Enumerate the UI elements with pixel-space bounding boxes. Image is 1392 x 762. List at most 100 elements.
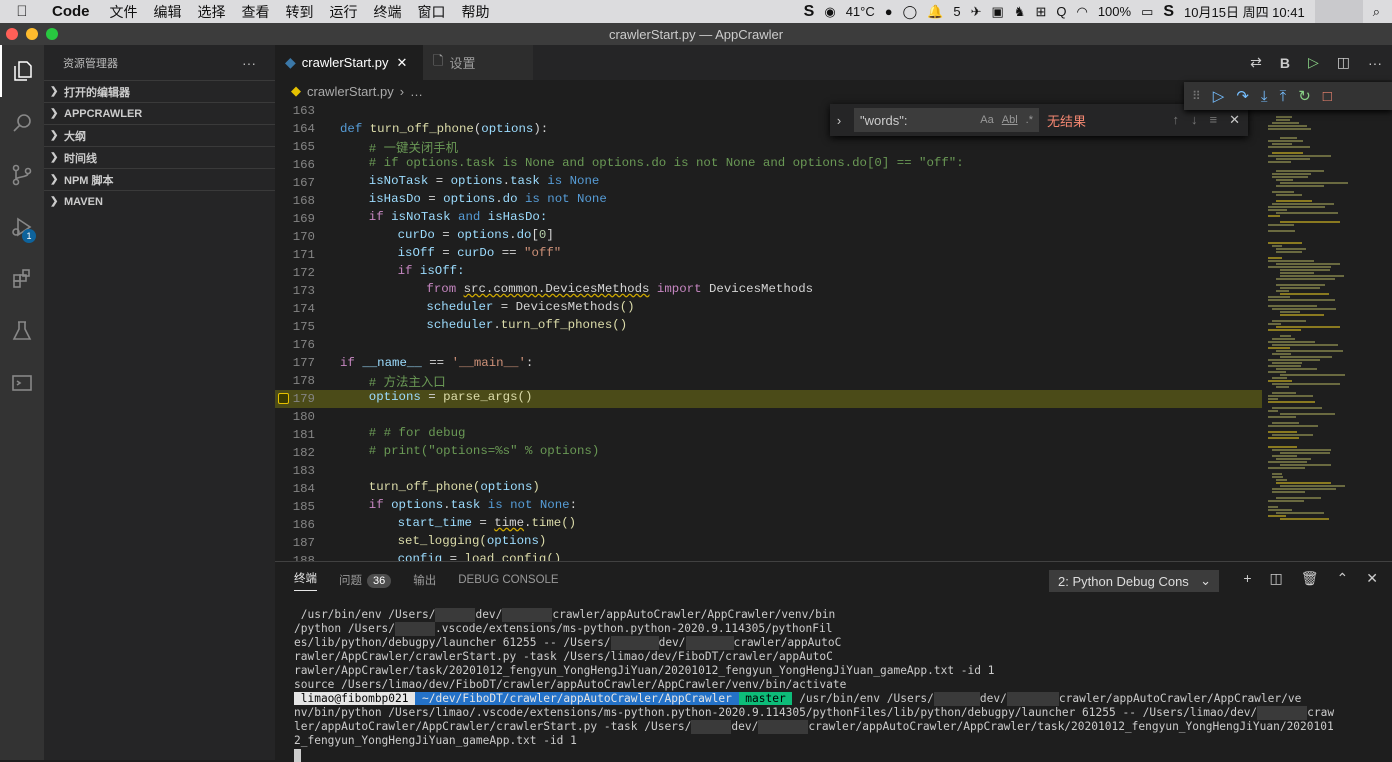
search-activity[interactable] bbox=[0, 97, 44, 149]
split-editor-icon[interactable]: ◫ bbox=[1337, 54, 1350, 71]
scm-activity[interactable] bbox=[0, 149, 44, 201]
grid-icon[interactable]: ⊞ bbox=[1035, 4, 1046, 20]
token: : bbox=[569, 498, 578, 512]
weather-icon[interactable]: ◉ bbox=[824, 4, 835, 20]
match-word-icon[interactable]: Abl bbox=[1002, 114, 1018, 126]
breakpoint-arrow-icon[interactable] bbox=[278, 393, 289, 404]
find-in-selection-icon[interactable]: ≡ bbox=[1210, 112, 1218, 128]
minimap-line bbox=[1276, 350, 1343, 352]
trash-icon[interactable]: 🗑 bbox=[1301, 570, 1319, 587]
redacted: xxxxx bbox=[395, 622, 436, 636]
compare-icon[interactable]: ⇄ bbox=[1250, 54, 1262, 71]
toggle-replace-icon[interactable]: › bbox=[830, 113, 848, 128]
bell-icon[interactable]: 🔔 bbox=[927, 4, 943, 20]
plane-icon[interactable]: ✈ bbox=[971, 4, 982, 20]
datetime[interactable]: 10月15日 周四 10:41 bbox=[1184, 2, 1305, 21]
section-open-editors[interactable]: ❯ 打开的编辑器 bbox=[44, 80, 275, 102]
menu-selection[interactable]: 选择 bbox=[190, 2, 234, 22]
step-over-icon[interactable]: ↷ bbox=[1236, 87, 1249, 105]
token: parse_args bbox=[443, 390, 518, 404]
section-timeline[interactable]: ❯ 时间线 bbox=[44, 146, 275, 168]
tab-output[interactable]: 输出 bbox=[413, 572, 436, 588]
chat-icon[interactable]: ◯ bbox=[903, 4, 918, 20]
match-case-icon[interactable]: Aa bbox=[980, 114, 993, 126]
menu-view[interactable]: 查看 bbox=[234, 2, 278, 22]
step-out-icon[interactable]: ⤒ bbox=[1280, 88, 1287, 105]
token: set_logging bbox=[397, 534, 480, 548]
tab-problems[interactable]: 问题 36 bbox=[339, 572, 392, 588]
menu-terminal[interactable]: 终端 bbox=[366, 2, 410, 22]
tray-app2-icon[interactable]: ♞ bbox=[1014, 4, 1026, 20]
menu-app[interactable]: Code bbox=[44, 3, 102, 20]
menu-run[interactable]: 运行 bbox=[322, 2, 366, 22]
remote-activity[interactable] bbox=[0, 357, 44, 409]
regex-icon[interactable]: .* bbox=[1026, 114, 1033, 126]
s-app2-icon[interactable]: S bbox=[1163, 3, 1174, 21]
arrow-up-icon[interactable]: ↑ bbox=[1173, 112, 1180, 128]
extensions-activity[interactable] bbox=[0, 253, 44, 305]
tab-settings[interactable]: 🗋 设置 bbox=[423, 45, 533, 80]
section-maven[interactable]: ❯ MAVEN bbox=[44, 190, 275, 212]
menu-window[interactable]: 窗口 bbox=[410, 2, 454, 22]
tab-terminal[interactable]: 终端 bbox=[294, 570, 317, 591]
terminal-output[interactable]: /usr/bin/env /Users/xxxxxdev/xxxxxcrawle… bbox=[294, 608, 1384, 762]
section-outline[interactable]: ❯ 大纲 bbox=[44, 124, 275, 146]
tray-app-icon[interactable]: ▣ bbox=[991, 4, 1003, 20]
python-file-icon: ◆ bbox=[285, 54, 296, 70]
token: isOff bbox=[397, 246, 435, 260]
section-appcrawler[interactable]: ❯ APPCRAWLER bbox=[44, 102, 275, 124]
minimap[interactable] bbox=[1262, 102, 1384, 561]
line-number: 182 bbox=[292, 446, 315, 460]
explorer-activity[interactable] bbox=[0, 45, 44, 97]
code-editor[interactable]: 163 164 def turn_off_phone(options): 165 #… bbox=[275, 102, 1262, 561]
bold-b-icon[interactable]: B bbox=[1280, 55, 1290, 71]
spotlight-icon[interactable]: ⌕ bbox=[1373, 4, 1380, 20]
continue-icon[interactable]: ▷ bbox=[1213, 87, 1225, 105]
search-tray-icon[interactable]: Q bbox=[1056, 4, 1066, 19]
token: DevicesMethods bbox=[515, 300, 620, 314]
close-tab-icon[interactable]: ✕ bbox=[396, 55, 407, 71]
battery-icon[interactable]: ▭ bbox=[1141, 4, 1153, 20]
wifi-icon[interactable]: ◠ bbox=[1076, 4, 1087, 20]
minimap-line bbox=[1268, 260, 1314, 262]
debug-activity[interactable]: 1 bbox=[0, 201, 44, 253]
find-input[interactable]: "words": Aa Abl .* bbox=[854, 108, 1039, 132]
menu-edit[interactable]: 编辑 bbox=[146, 2, 190, 22]
more-editor-icon[interactable]: ··· bbox=[1368, 55, 1382, 71]
drag-handle-icon[interactable]: ⠿ bbox=[1192, 89, 1201, 103]
breadcrumb-file[interactable]: crawlerStart.py bbox=[307, 84, 394, 99]
apple-icon[interactable]:  bbox=[0, 3, 44, 20]
menu-file[interactable]: 文件 bbox=[102, 2, 146, 22]
close-find-icon[interactable]: ✕ bbox=[1229, 112, 1240, 128]
restart-icon[interactable]: ↻ bbox=[1298, 87, 1311, 105]
step-into-icon[interactable]: ⤓ bbox=[1261, 88, 1268, 105]
wechat-icon[interactable]: ● bbox=[885, 4, 893, 19]
close-window-button[interactable] bbox=[6, 28, 18, 40]
section-npm-scripts[interactable]: ❯ NPM 脚本 bbox=[44, 168, 275, 190]
arrow-down-icon[interactable]: ↓ bbox=[1191, 112, 1198, 128]
code-line: 169 if isNoTask and isHasDo: bbox=[275, 210, 1262, 228]
minimap-line bbox=[1272, 176, 1308, 178]
run-file-icon[interactable]: ▷ bbox=[1308, 54, 1319, 71]
terminal-select[interactable]: 2: Python Debug Cons ⌄ bbox=[1049, 570, 1219, 592]
minimap-line bbox=[1280, 137, 1297, 139]
zoom-window-button[interactable] bbox=[46, 28, 58, 40]
split-terminal-icon[interactable]: ◫ bbox=[1270, 570, 1283, 587]
minimize-window-button[interactable] bbox=[26, 28, 38, 40]
s-app-icon[interactable]: S bbox=[804, 3, 815, 21]
token: options bbox=[383, 498, 444, 512]
new-terminal-icon[interactable]: + bbox=[1243, 570, 1251, 587]
token: ): bbox=[533, 122, 549, 136]
maximize-panel-icon[interactable]: ⌃ bbox=[1337, 570, 1349, 587]
tab-debug-console[interactable]: DEBUG CONSOLE bbox=[458, 574, 558, 586]
close-panel-icon[interactable]: ✕ bbox=[1366, 570, 1378, 587]
debug-badge: 1 bbox=[22, 229, 36, 243]
testing-activity[interactable] bbox=[0, 305, 44, 357]
stop-icon[interactable]: □ bbox=[1323, 88, 1332, 105]
tab-crawlerstart[interactable]: ◆ crawlerStart.py ✕ bbox=[275, 45, 423, 80]
menu-go[interactable]: 转到 bbox=[278, 2, 322, 22]
menu-help[interactable]: 帮助 bbox=[454, 2, 498, 22]
breadcrumb-symbol[interactable]: … bbox=[410, 84, 423, 99]
more-actions-icon[interactable]: ··· bbox=[242, 55, 256, 71]
